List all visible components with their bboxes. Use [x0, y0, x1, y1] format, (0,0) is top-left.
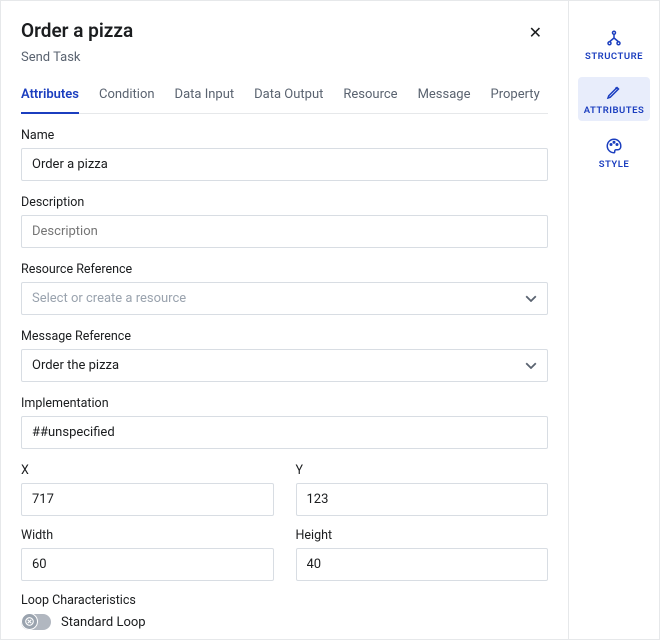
sidebar-item-label: STYLE: [599, 159, 630, 170]
chevron-down-icon: [525, 293, 537, 305]
sidebar-item-label: ATTRIBUTES: [584, 105, 645, 116]
resource-reference-select[interactable]: Select or create a resource: [21, 282, 548, 315]
panel-title: Order a pizza: [21, 19, 133, 42]
implementation-input[interactable]: [21, 416, 548, 449]
tab-property[interactable]: Property: [491, 83, 540, 114]
field-implementation: Implementation: [21, 396, 548, 449]
standard-loop-toggle[interactable]: [21, 614, 51, 630]
field-width: Width: [21, 528, 274, 581]
chevron-down-icon: [525, 360, 537, 372]
tabs: Attributes Condition Data Input Data Out…: [21, 83, 548, 114]
x-label: X: [21, 463, 274, 478]
sidebar-item-structure[interactable]: STRUCTURE: [578, 23, 650, 67]
resource-reference-label: Resource Reference: [21, 262, 548, 277]
field-height: Height: [296, 528, 549, 581]
y-label: Y: [296, 463, 549, 478]
field-message-reference: Message Reference Order the pizza: [21, 329, 548, 382]
message-reference-label: Message Reference: [21, 329, 548, 344]
row-xy: X Y: [21, 463, 548, 528]
implementation-label: Implementation: [21, 396, 548, 411]
description-input[interactable]: [21, 215, 548, 248]
field-name: Name: [21, 128, 548, 181]
message-reference-select[interactable]: Order the pizza: [21, 349, 548, 382]
x-input[interactable]: [21, 483, 274, 516]
standard-loop-label: Standard Loop: [61, 615, 146, 630]
standard-loop-row: Standard Loop: [21, 614, 548, 630]
name-input[interactable]: [21, 148, 548, 181]
width-label: Width: [21, 528, 274, 543]
row-wh: Width Height: [21, 528, 548, 593]
tab-message[interactable]: Message: [418, 83, 471, 114]
field-y: Y: [296, 463, 549, 516]
close-button[interactable]: ✕: [523, 19, 548, 46]
tab-resource[interactable]: Resource: [343, 83, 397, 114]
loop-characteristics-label: Loop Characteristics: [21, 593, 548, 608]
field-resource-reference: Resource Reference Select or create a re…: [21, 262, 548, 315]
toggle-off-icon: [25, 617, 34, 626]
sidebar: STRUCTURE ATTRIBUTES STYLE: [569, 1, 659, 639]
edit-icon: [605, 83, 623, 101]
app-root: Order a pizza Send Task ✕ Attributes Con…: [0, 0, 660, 640]
toggle-knob: [21, 613, 38, 630]
sidebar-item-attributes[interactable]: ATTRIBUTES: [578, 77, 650, 121]
y-input[interactable]: [296, 483, 549, 516]
close-icon: ✕: [529, 23, 542, 42]
height-label: Height: [296, 528, 549, 543]
height-input[interactable]: [296, 548, 549, 581]
field-x: X: [21, 463, 274, 516]
palette-icon: [605, 137, 623, 155]
structure-icon: [605, 29, 623, 47]
resource-reference-value: Select or create a resource: [32, 283, 186, 314]
message-reference-value: Order the pizza: [32, 350, 119, 381]
panel-subtitle: Send Task: [21, 50, 133, 65]
sidebar-item-label: STRUCTURE: [585, 51, 643, 62]
width-input[interactable]: [21, 548, 274, 581]
tab-data-output[interactable]: Data Output: [254, 83, 323, 114]
description-label: Description: [21, 195, 548, 210]
field-description: Description: [21, 195, 548, 248]
tab-condition[interactable]: Condition: [99, 83, 155, 114]
panel-header: Order a pizza Send Task ✕: [21, 19, 548, 83]
tab-attributes[interactable]: Attributes: [21, 83, 79, 114]
name-label: Name: [21, 128, 548, 143]
properties-panel: Order a pizza Send Task ✕ Attributes Con…: [1, 1, 569, 639]
sidebar-item-style[interactable]: STYLE: [578, 131, 650, 175]
tab-data-input[interactable]: Data Input: [175, 83, 235, 114]
